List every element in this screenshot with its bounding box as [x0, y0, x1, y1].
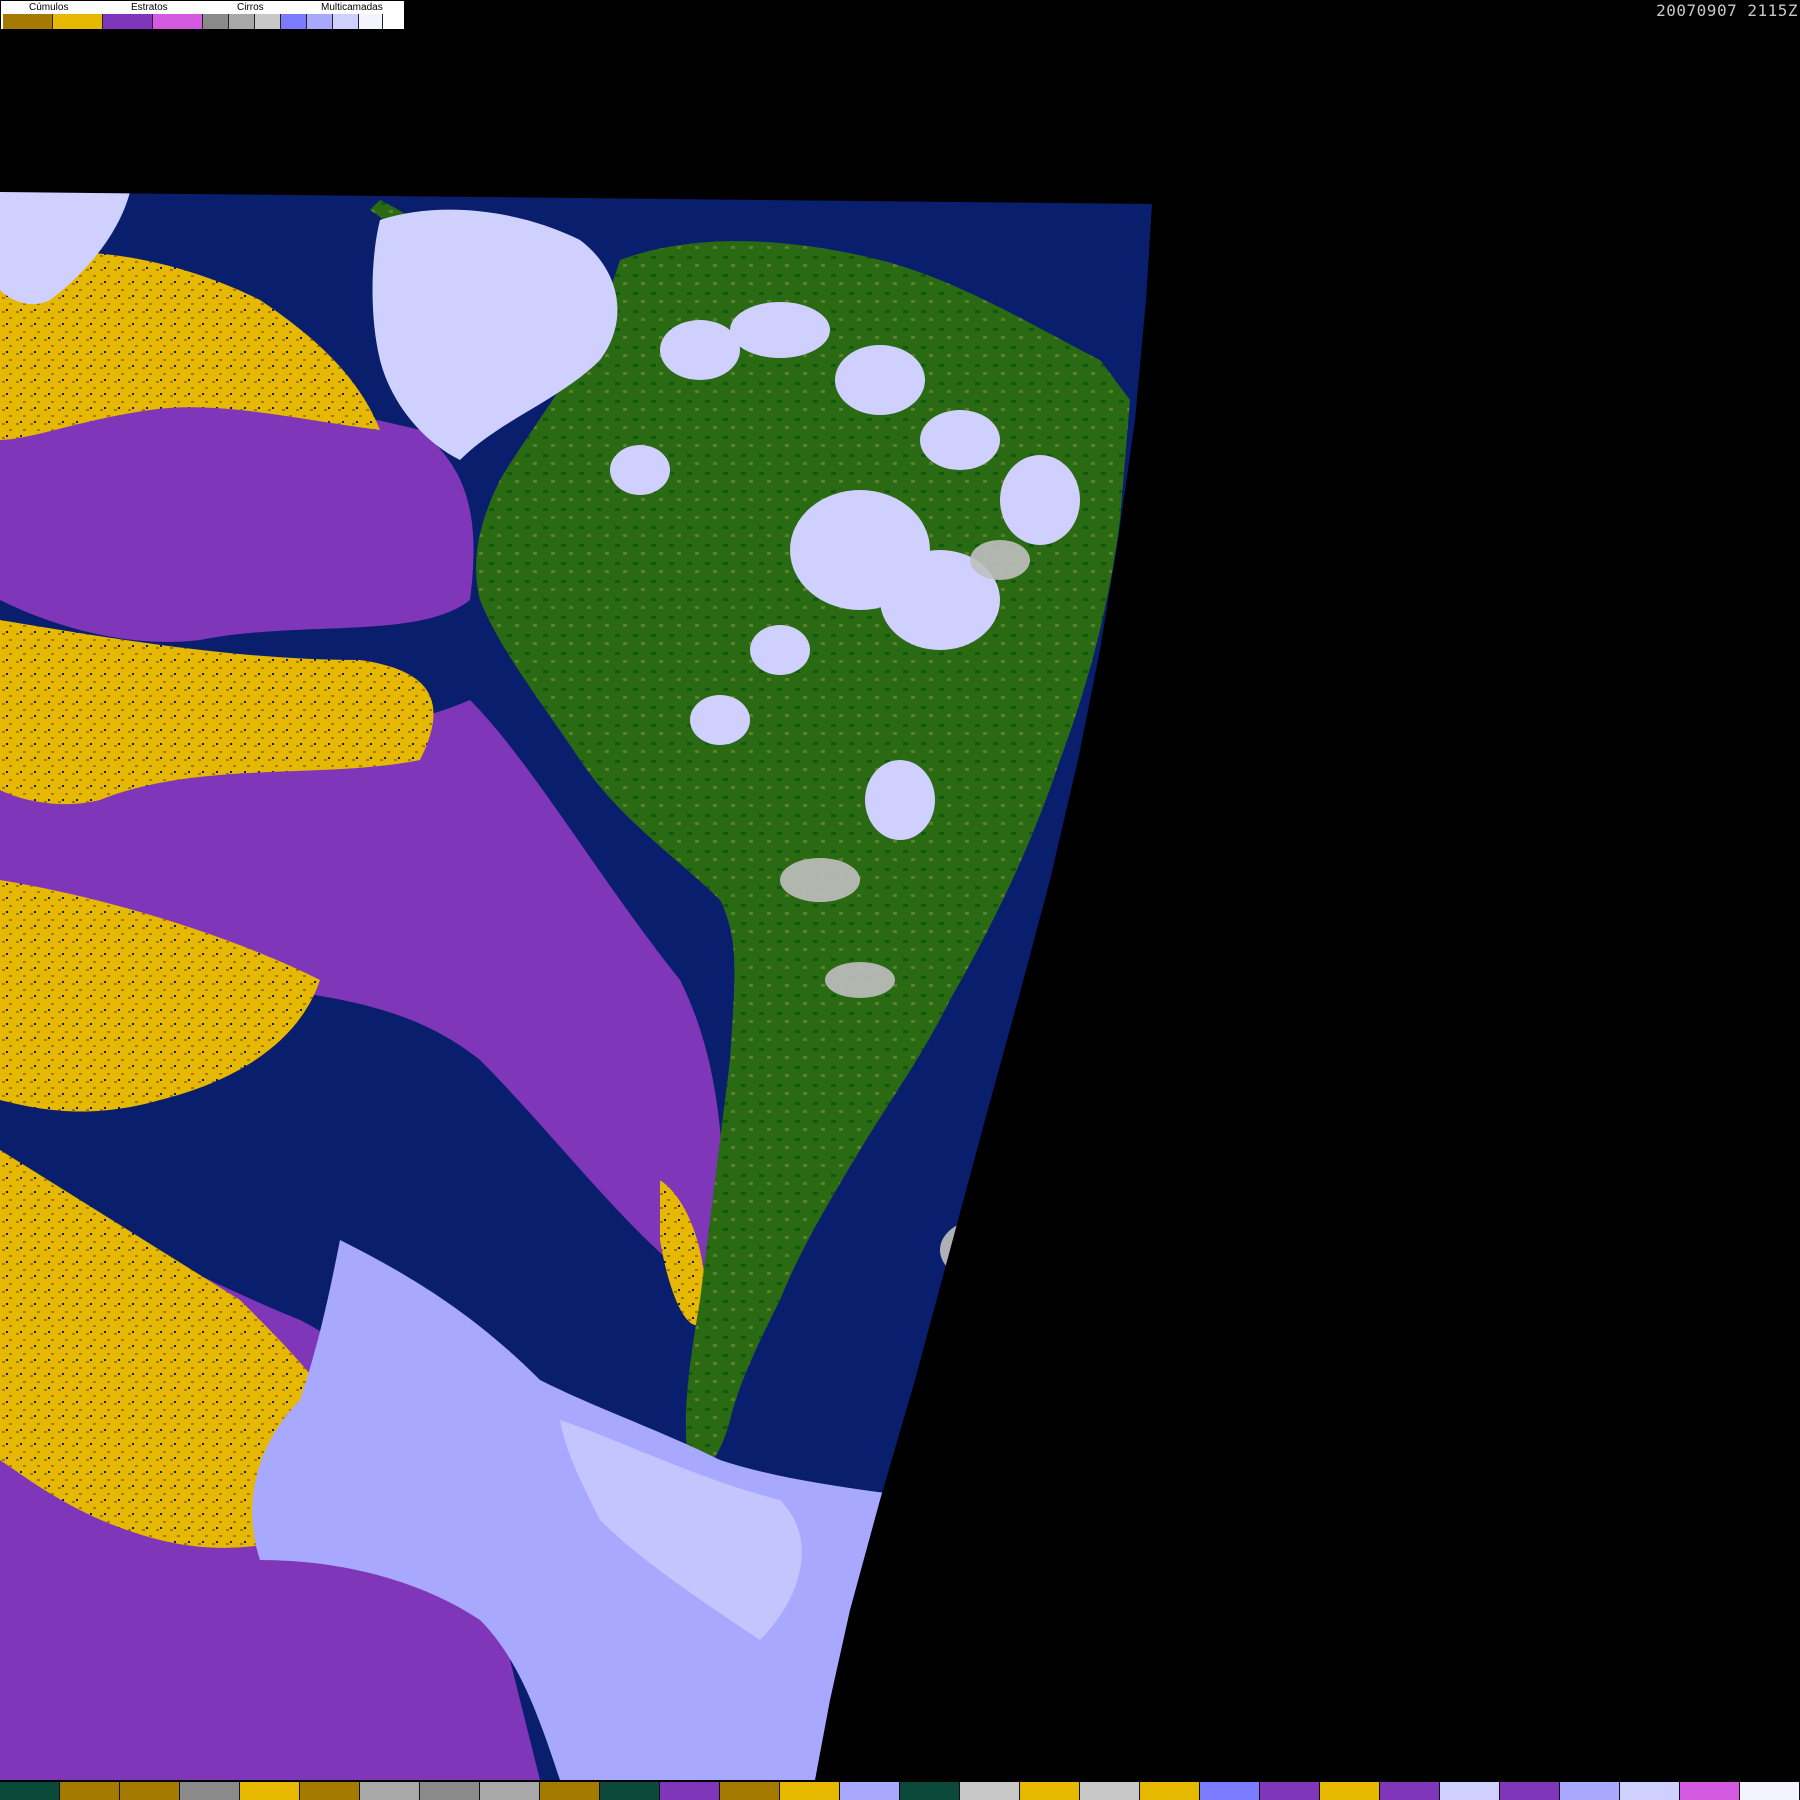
- color-scale-swatch: [240, 1782, 300, 1800]
- earth-disk: [0, 192, 1152, 1780]
- color-scale-swatch: [660, 1782, 720, 1800]
- color-scale-swatch: [60, 1782, 120, 1800]
- color-scale-swatch: [1620, 1782, 1680, 1800]
- color-scale-swatch: [360, 1782, 420, 1800]
- color-scale-swatch: [120, 1782, 180, 1800]
- color-scale-swatch: [1680, 1782, 1740, 1800]
- color-scale-swatch: [420, 1782, 480, 1800]
- color-scale-swatch: [180, 1782, 240, 1800]
- color-scale-swatch: [1380, 1782, 1440, 1800]
- stratus-band-north: [0, 397, 474, 642]
- satellite-cloud-map: [0, 192, 1152, 1780]
- color-scale-swatch: [780, 1782, 840, 1800]
- color-scale-swatch: [300, 1782, 360, 1800]
- color-scale-swatch: [1320, 1782, 1380, 1800]
- color-scale-swatch: [1140, 1782, 1200, 1800]
- color-scale-swatch: [1500, 1782, 1560, 1800]
- color-scale-swatch: [840, 1782, 900, 1800]
- color-scale-swatch: [1020, 1782, 1080, 1800]
- color-scale-swatch: [1080, 1782, 1140, 1800]
- color-scale-swatch: [480, 1782, 540, 1800]
- color-scale-swatch: [1560, 1782, 1620, 1800]
- color-scale-swatch: [960, 1782, 1020, 1800]
- color-scale-swatch: [720, 1782, 780, 1800]
- color-scale-swatch: [0, 1782, 60, 1800]
- color-scale-swatch: [1440, 1782, 1500, 1800]
- color-scale-swatch: [1740, 1782, 1800, 1800]
- color-scale-swatch: [540, 1782, 600, 1800]
- color-scale-swatch: [600, 1782, 660, 1800]
- color-scale-swatch: [900, 1782, 960, 1800]
- color-scale-swatch: [1200, 1782, 1260, 1800]
- bottom-color-scale: [0, 1782, 1800, 1800]
- color-scale-swatch: [1260, 1782, 1320, 1800]
